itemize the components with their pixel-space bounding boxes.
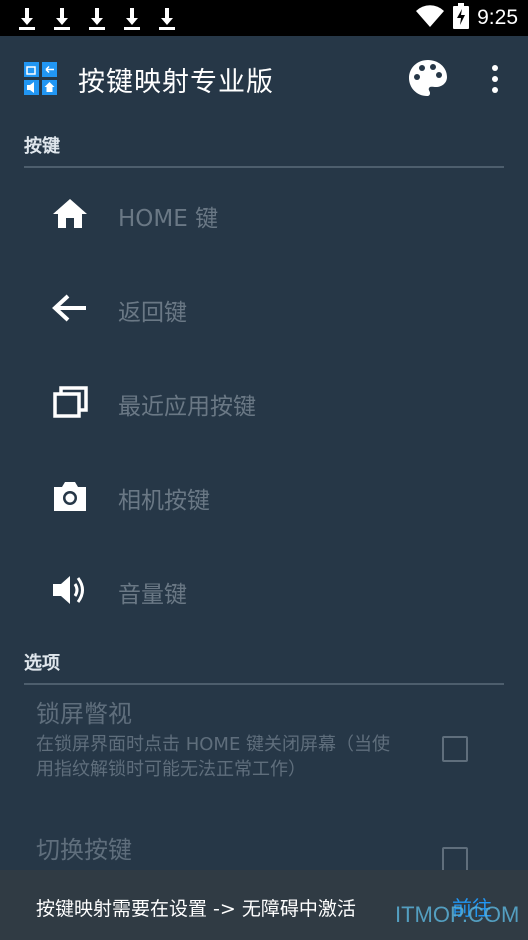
option-title: 切换按键 [36,836,132,864]
download-icon [121,6,143,30]
download-icon [51,6,73,30]
app-logo-icon [24,62,58,96]
key-item-back[interactable]: 返回键 [0,261,528,355]
snackbar-message: 按键映射需要在设置 -> 无障碍中激活 [36,898,356,920]
status-right: 9:25 [415,0,518,36]
home-icon [50,196,90,232]
option-title: 锁屏瞥视 [36,700,132,728]
download-icon [86,6,108,30]
key-item-volume[interactable]: 音量键 [0,543,528,637]
download-icon [156,6,178,30]
key-item-home[interactable]: HOME 键 [0,167,528,261]
clock: 9:25 [477,6,518,29]
key-item-recent-apps[interactable]: 最近应用按键 [0,355,528,449]
app-bar: 按键映射专业版 [0,36,528,122]
key-label: 音量键 [118,582,187,608]
option-switch-keys[interactable]: 切换按键 [0,826,528,873]
options-section-header: 选项 [24,649,504,685]
watermark: ITMOP.COM [395,902,520,927]
key-label: 最近应用按键 [118,394,256,420]
option-checkbox[interactable] [442,736,468,762]
battery-charging-icon [453,3,470,33]
download-icon [16,6,38,30]
app-title: 按键映射专业版 [78,67,274,98]
status-bar: 9:25 [0,0,528,36]
option-lockscreen-peek[interactable]: 锁屏瞥视 在锁屏界面时点击 HOME 键关闭屏幕（当使用指纹解锁时可能无法正常工… [0,690,528,810]
volume-icon [50,572,90,608]
notification-icons [0,6,178,30]
key-label: 相机按键 [118,488,210,514]
more-vert-icon[interactable] [484,62,506,96]
camera-icon [50,478,90,514]
palette-icon[interactable] [407,58,449,100]
recent-apps-icon [50,384,90,420]
option-description: 在锁屏界面时点击 HOME 键关闭屏幕（当使用指纹解锁时可能无法正常工作） [36,734,391,780]
key-label: 返回键 [118,300,187,326]
back-arrow-icon [50,290,90,326]
wifi-icon [415,4,445,32]
key-item-camera[interactable]: 相机按键 [0,449,528,543]
keys-section-header: 按键 [24,132,504,168]
key-label: HOME 键 [118,206,219,232]
